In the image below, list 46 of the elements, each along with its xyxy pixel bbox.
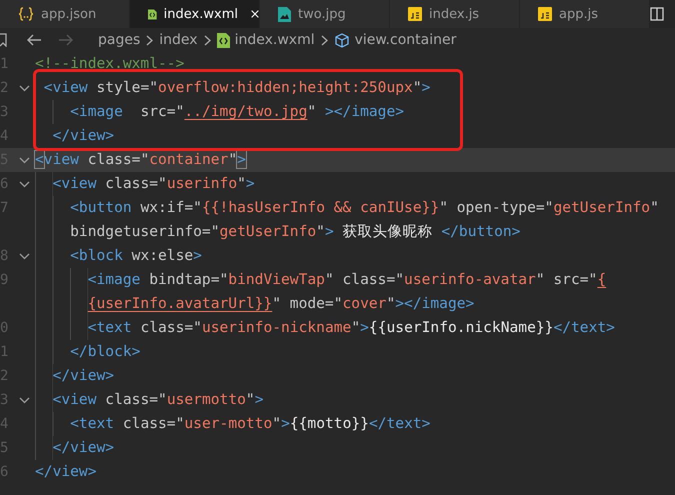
- code-line: <view class="userinfo">: [52, 174, 255, 194]
- code-line: </view>: [52, 126, 114, 146]
- breadcrumb-item[interactable]: index: [159, 32, 198, 48]
- code-line: </block>: [70, 342, 140, 362]
- chevron-right-icon: [320, 34, 328, 46]
- split-editor-icon[interactable]: [650, 7, 664, 21]
- code-line: {userInfo.avatarUrl}}" mode="cover"></image>: [88, 294, 474, 314]
- code-line: <button wx:if="{{!hasUserInfo && canIUse}}" open-type="getUserInfo": [70, 198, 659, 218]
- fold-chevron-icon[interactable]: [19, 396, 30, 404]
- file-code-icon: [216, 32, 230, 48]
- fold-chevron-icon[interactable]: [19, 252, 30, 260]
- editor-tab[interactable]: app.js: [520, 0, 650, 28]
- editor-tab[interactable]: index.js: [390, 0, 520, 28]
- file-code-icon: [148, 6, 157, 22]
- js-file-icon: [408, 7, 422, 21]
- breadcrumb-item[interactable]: view.container: [354, 32, 456, 48]
- code-line: </view>: [52, 366, 114, 386]
- code-line: <!--index.wxml-->: [35, 54, 184, 74]
- code-line: <view class="usermotto">: [52, 390, 264, 410]
- code-line: </view>: [35, 462, 97, 482]
- fold-chevron-icon[interactable]: [19, 84, 30, 92]
- code-line: <block wx:else>: [70, 246, 202, 266]
- code-line: bindgetuserinfo="getUserInfo"> 获取头像昵称 </button>: [70, 222, 520, 242]
- cube-icon: [334, 32, 350, 48]
- fold-chevron-icon[interactable]: [19, 180, 30, 188]
- breadcrumb-item[interactable]: pages: [98, 32, 140, 48]
- fold-chevron-icon[interactable]: [19, 156, 30, 164]
- js-file-icon: [538, 7, 552, 21]
- code-line: <image bindtap="bindViewTap" class="userinfo-avatar" src="{: [88, 270, 606, 290]
- back-arrow-icon[interactable]: [26, 34, 42, 46]
- editor-tab[interactable]: two.jpg: [260, 0, 390, 28]
- image-file-icon: [278, 6, 291, 22]
- code-line: <view class="container">: [35, 150, 246, 170]
- braces-icon: [18, 7, 34, 21]
- close-icon[interactable]: [250, 8, 259, 20]
- bookmark-icon[interactable]: [0, 33, 8, 47]
- editor-tab[interactable]: app.json: [0, 0, 130, 28]
- editor-tab[interactable]: index.wxml: [130, 0, 260, 28]
- code-line: <view style="overflow:hidden;height:250upx">: [44, 78, 430, 98]
- code-line: </view>: [52, 438, 114, 458]
- code-line: <text class="userinfo-nickname">{{userInfo.nickName}}</text>: [88, 318, 615, 338]
- code-line: <image src="../img/two.jpg" ></image>: [70, 102, 404, 122]
- chevron-right-icon: [146, 34, 154, 46]
- chevron-right-icon: [204, 34, 211, 46]
- breadcrumb-item[interactable]: index.wxml: [234, 32, 315, 48]
- code-line: <text class="user-motto">{{motto}}</text>: [70, 414, 430, 434]
